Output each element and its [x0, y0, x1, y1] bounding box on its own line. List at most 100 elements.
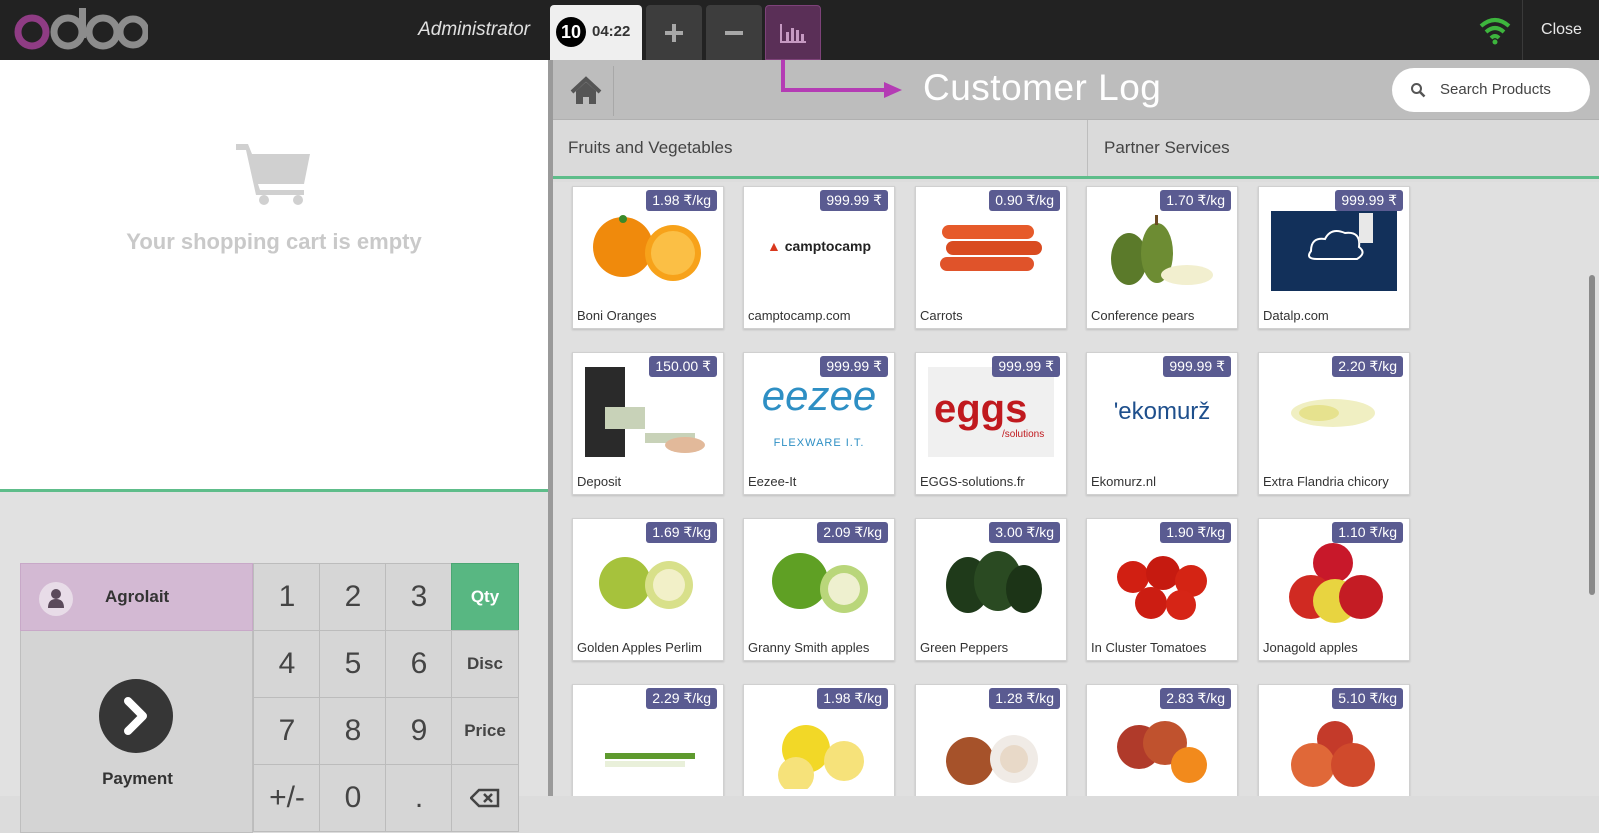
payment-button[interactable]: Payment: [20, 631, 253, 833]
product-card[interactable]: 999.99 ₹ Datalp.com: [1258, 186, 1410, 329]
product-image-granny-smith: [772, 553, 868, 613]
product-image-leeks: [605, 753, 695, 767]
numpad-key-5[interactable]: 5: [319, 630, 387, 698]
empty-cart-message: Your shopping cart is empty: [126, 229, 422, 254]
home-button[interactable]: [558, 66, 614, 116]
product-grid-scrollbar[interactable]: [1589, 275, 1595, 595]
product-card[interactable]: 0.90 ₹/kg Carrots: [915, 186, 1067, 329]
product-image-green-peppers: [946, 551, 1042, 613]
eezee-logo-subtitle: FLEXWARE I.T.: [773, 437, 865, 449]
new-order-button[interactable]: [646, 5, 702, 60]
product-card[interactable]: 2.83 ₹/kg: [1086, 684, 1238, 796]
numpad-key-6[interactable]: 6: [385, 630, 453, 698]
shopping-cart: Your shopping cart is empty: [0, 60, 548, 492]
price-badge: 999.99 ₹: [992, 356, 1060, 377]
eggs-logo: eggs: [934, 387, 1028, 431]
payment-circle: [99, 679, 173, 753]
price-mode-button[interactable]: Price: [451, 697, 519, 765]
price-badge: 999.99 ₹: [820, 190, 888, 211]
numpad-key-8[interactable]: 8: [319, 697, 387, 765]
product-card[interactable]: 1.69 ₹/kg Golden Apples Perlim: [572, 518, 724, 661]
product-name: Datalp.com: [1263, 308, 1329, 323]
product-name: Golden Apples Perlim: [577, 640, 703, 655]
product-card[interactable]: 1.10 ₹/kg Jonagold apples: [1258, 518, 1410, 661]
product-card[interactable]: eggs /solutions 999.99 ₹ EGGS-solutions.…: [915, 352, 1067, 495]
disc-mode-button[interactable]: Disc: [451, 630, 519, 698]
product-name: Extra Flandria chicory: [1263, 474, 1389, 489]
search-icon: [1411, 83, 1426, 98]
close-button[interactable]: Close: [1524, 21, 1599, 39]
product-card[interactable]: 'ekomurž 999.99 ₹ Ekomurz.nl: [1086, 352, 1238, 495]
price-badge: 2.09 ₹/kg: [817, 522, 888, 543]
product-card[interactable]: 1.28 ₹/kg: [915, 684, 1067, 796]
delete-order-button[interactable]: [706, 5, 762, 60]
header-divider: [1522, 0, 1523, 60]
home-icon: [570, 76, 602, 104]
search-placeholder: Search Products: [1440, 81, 1551, 98]
backspace-button[interactable]: [451, 764, 519, 832]
product-card[interactable]: 1.98 ₹/kg: [743, 684, 895, 796]
price-badge: 1.98 ₹/kg: [817, 688, 888, 709]
payment-label: Payment: [102, 769, 173, 788]
product-card[interactable]: 1.70 ₹/kg Conference pears: [1086, 186, 1238, 329]
product-card[interactable]: 5.10 ₹/kg: [1258, 684, 1410, 796]
order-tab[interactable]: 10 04:22: [550, 5, 642, 60]
numpad-area: Agrolait Payment 1 2 3 Qty 4 5 6 Disc 7 …: [20, 563, 527, 833]
product-image-camptocamp: ▲ camptocamp: [756, 201, 882, 291]
numpad-key-4[interactable]: 4: [253, 630, 321, 698]
numpad-key-9[interactable]: 9: [385, 697, 453, 765]
product-image-golden-apples: [599, 557, 693, 609]
eggs-logo-subtitle: /solutions: [1002, 429, 1045, 440]
price-badge: 2.29 ₹/kg: [646, 688, 717, 709]
product-card[interactable]: 2.09 ₹/kg Granny Smith apples: [743, 518, 895, 661]
price-badge: 1.10 ₹/kg: [1332, 522, 1403, 543]
product-image-chicory: [1291, 399, 1375, 427]
customer-log-annotation: Customer Log: [923, 67, 1162, 108]
user-name[interactable]: Administrator: [380, 19, 530, 41]
product-card[interactable]: 2.29 ₹/kg: [572, 684, 724, 796]
price-badge: 3.00 ₹/kg: [989, 522, 1060, 543]
product-image-eggs: eggs /solutions: [928, 367, 1054, 457]
shopping-cart-icon: [236, 144, 310, 205]
product-name: Eezee-It: [748, 474, 797, 489]
price-badge: 2.20 ₹/kg: [1332, 356, 1403, 377]
product-name: Carrots: [920, 308, 963, 323]
product-card[interactable]: 3.00 ₹/kg Green Peppers: [915, 518, 1067, 661]
ekomurz-logo: 'ekomurž: [1113, 398, 1211, 425]
customer-log-button[interactable]: [765, 5, 821, 60]
price-badge: 999.99 ₹: [1335, 190, 1403, 211]
numpad-key-plus-minus[interactable]: +/-: [253, 764, 321, 832]
qty-mode-button[interactable]: Qty: [451, 563, 519, 631]
numpad-key-dot[interactable]: .: [385, 764, 453, 832]
chevron-right-icon: [124, 697, 147, 735]
products-pane: Fruits and Vegetables Partner Services 1…: [548, 60, 1599, 796]
product-card[interactable]: ▲ camptocamp 999.99 ₹ camptocamp.com: [743, 186, 895, 329]
product-card[interactable]: 1.98 ₹/kg Boni Oranges: [572, 186, 724, 329]
product-image-lemons: [778, 725, 864, 789]
product-name: Conference pears: [1091, 308, 1195, 323]
product-name: Jonagold apples: [1263, 640, 1358, 655]
price-badge: 999.99 ₹: [820, 356, 888, 377]
price-badge: 5.10 ₹/kg: [1332, 688, 1403, 709]
customer-button[interactable]: Agrolait: [20, 563, 253, 631]
product-image-jonagold: [1289, 543, 1383, 623]
category-partner-services[interactable]: Partner Services: [1089, 120, 1599, 176]
price-badge: 1.90 ₹/kg: [1160, 522, 1231, 543]
numpad-key-1[interactable]: 1: [253, 563, 321, 631]
product-card[interactable]: 2.20 ₹/kg Extra Flandria chicory: [1258, 352, 1410, 495]
price-badge: 1.98 ₹/kg: [646, 190, 717, 211]
backspace-icon: [470, 788, 500, 808]
product-image-carrots: [940, 225, 1042, 271]
product-name: In Cluster Tomatoes: [1091, 640, 1207, 655]
numpad-key-2[interactable]: 2: [319, 563, 387, 631]
product-card[interactable]: 150.00 ₹ Deposit: [572, 352, 724, 495]
product-name: Boni Oranges: [577, 308, 657, 323]
product-card[interactable]: 1.90 ₹/kg In Cluster Tomatoes: [1086, 518, 1238, 661]
product-card[interactable]: eezee FLEXWARE I.T. 999.99 ₹ Eezee-It: [743, 352, 895, 495]
search-products-field[interactable]: Search Products: [1392, 68, 1590, 112]
product-image-eezee: eezee FLEXWARE I.T.: [756, 367, 882, 457]
category-fruits-and-vegetables[interactable]: Fruits and Vegetables: [553, 120, 1088, 176]
numpad-key-7[interactable]: 7: [253, 697, 321, 765]
numpad-key-0[interactable]: 0: [319, 764, 387, 832]
numpad-key-3[interactable]: 3: [385, 563, 453, 631]
